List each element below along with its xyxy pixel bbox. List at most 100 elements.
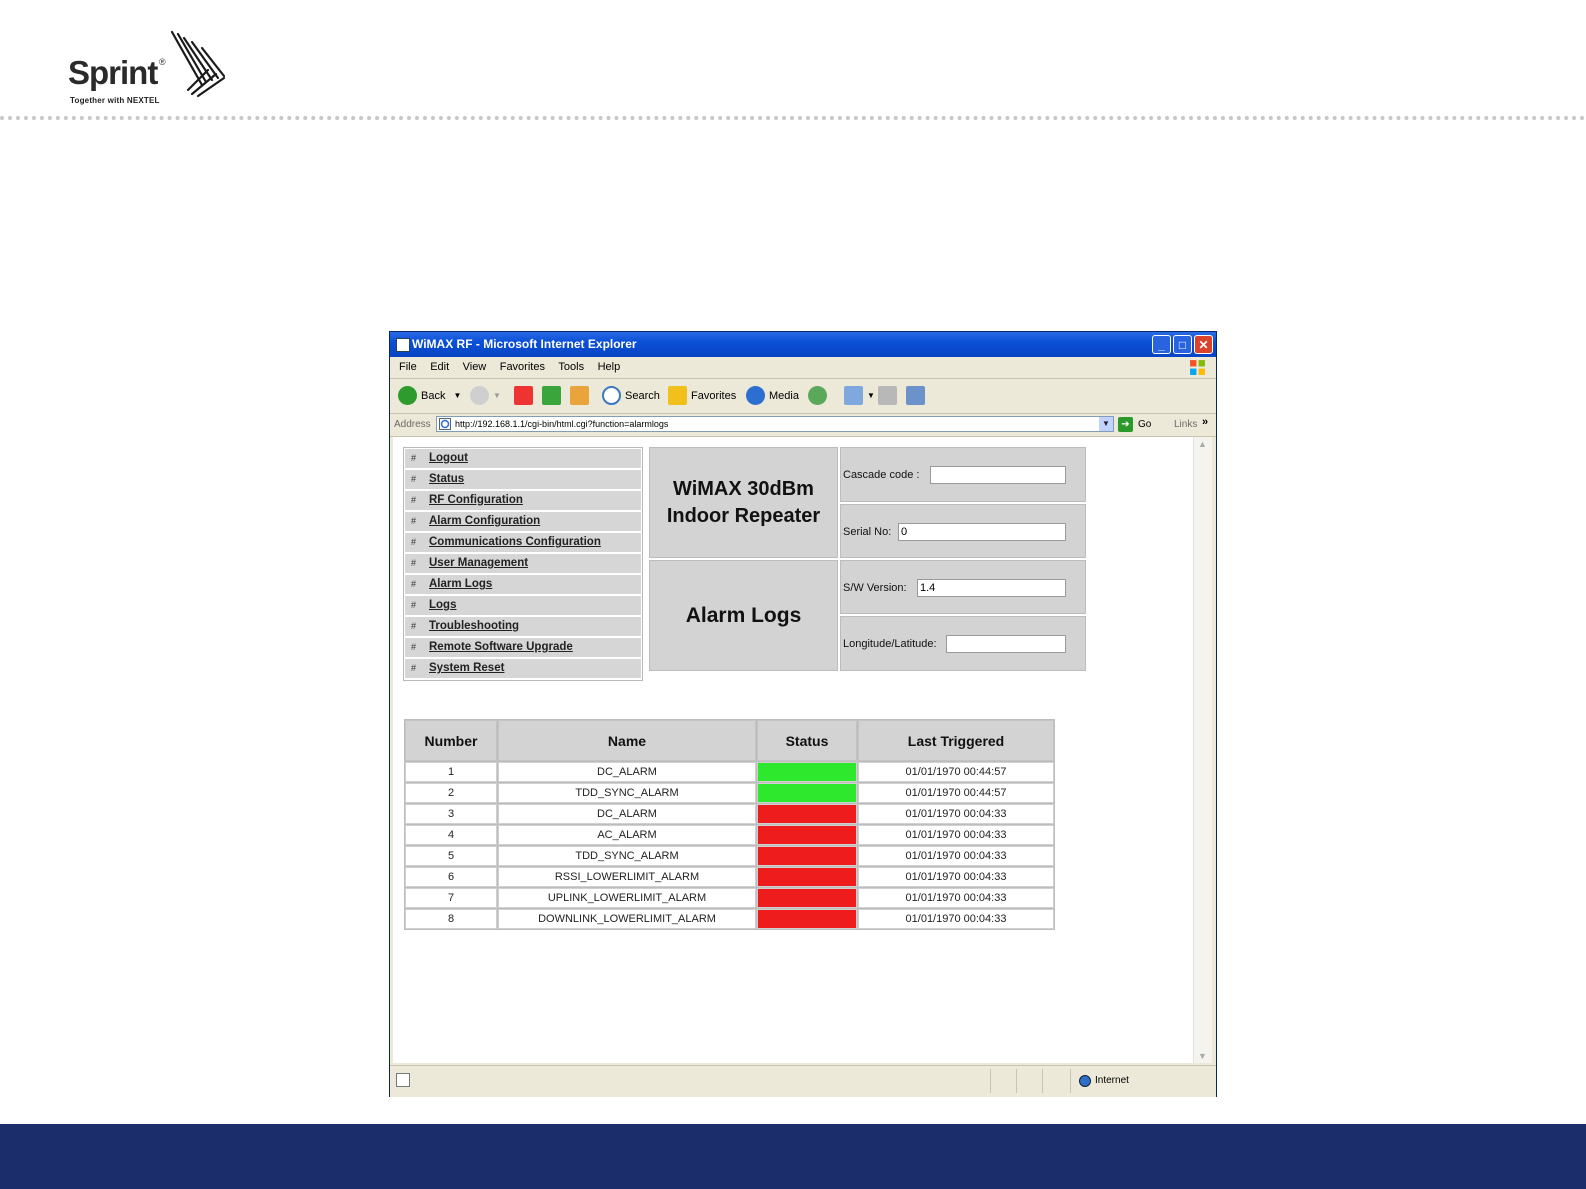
nav-link-communications-configuration[interactable]: Communications Configuration — [429, 536, 601, 548]
table-row: 1 DC_ALARM 01/01/1970 00:44:57 — [405, 762, 1054, 782]
search-label: Search — [625, 389, 660, 402]
alarm-number: 3 — [405, 804, 497, 824]
sprint-wing-icon — [170, 30, 226, 98]
menu-tools[interactable]: Tools — [558, 361, 584, 373]
nav-link-alarm-configuration[interactable]: Alarm Configuration — [429, 515, 540, 527]
alarm-status-indicator — [757, 888, 857, 908]
search-button[interactable]: Search — [602, 386, 660, 405]
alarm-last-triggered: 01/01/1970 00:04:33 — [858, 909, 1054, 929]
header-divider — [0, 116, 1586, 120]
scroll-up-icon[interactable]: ▲ — [1198, 439, 1207, 449]
links-toolbar[interactable]: Links — [1174, 419, 1197, 430]
nav-item-logs[interactable]: # Logs — [405, 596, 641, 616]
table-row: 7 UPLINK_LOWERLIMIT_ALARM 01/01/1970 00:… — [405, 888, 1054, 908]
status-bar: Internet — [390, 1065, 1216, 1097]
alarm-status-indicator — [757, 867, 857, 887]
sprint-logo: Sprint ® Together with NEXTEL — [66, 30, 236, 110]
favorites-label: Favorites — [691, 389, 737, 402]
vertical-scrollbar[interactable]: ▲ ▼ — [1193, 437, 1212, 1063]
nav-item-system-reset[interactable]: # System Reset — [405, 659, 641, 679]
nav-link-logs[interactable]: Logs — [429, 599, 456, 611]
nav-bullet: # — [411, 537, 417, 547]
nav-item-rf-configuration[interactable]: # RF Configuration — [405, 491, 641, 511]
history-button[interactable] — [808, 386, 831, 405]
nav-item-remote-software-upgrade[interactable]: # Remote Software Upgrade — [405, 638, 641, 658]
alarm-last-triggered: 01/01/1970 00:04:33 — [858, 804, 1054, 824]
sw-version-cell: S/W Version: — [840, 560, 1086, 614]
device-title-cell: WiMAX 30dBm Indoor Repeater — [649, 447, 838, 558]
refresh-icon — [542, 386, 561, 405]
sw-version-input[interactable] — [917, 579, 1066, 597]
address-dropdown-icon[interactable]: ▼ — [1099, 417, 1113, 431]
col-header-status: Status — [757, 720, 857, 761]
links-chevron-icon[interactable]: » — [1202, 416, 1208, 428]
address-input[interactable]: http://192.168.1.1/cgi-bin/html.cgi?func… — [436, 416, 1114, 432]
mail-dropdown-icon[interactable]: ▼ — [867, 391, 875, 400]
alarm-number: 7 — [405, 888, 497, 908]
device-title-line2: Indoor Repeater — [666, 504, 821, 527]
menu-view[interactable]: View — [463, 361, 487, 373]
nav-link-system-reset[interactable]: System Reset — [429, 662, 504, 674]
alarm-number: 8 — [405, 909, 497, 929]
alarm-last-triggered: 01/01/1970 00:04:33 — [858, 846, 1054, 866]
nav-bullet: # — [411, 621, 417, 631]
menu-favorites[interactable]: Favorites — [500, 361, 545, 373]
table-row: 2 TDD_SYNC_ALARM 01/01/1970 00:44:57 — [405, 783, 1054, 803]
maximize-button[interactable]: □ — [1173, 335, 1192, 354]
nav-link-status[interactable]: Status — [429, 473, 464, 485]
mail-button[interactable]: ▼ — [844, 386, 875, 405]
stop-icon — [514, 386, 533, 405]
back-button[interactable]: Back ▼ — [398, 386, 461, 405]
alarm-status-indicator — [757, 825, 857, 845]
media-button[interactable]: Media — [746, 386, 799, 405]
nav-bullet: # — [411, 474, 417, 484]
nav-link-user-management[interactable]: User Management — [429, 557, 528, 569]
minimize-button[interactable]: _ — [1152, 335, 1171, 354]
nav-link-rf-configuration[interactable]: RF Configuration — [429, 494, 523, 506]
nav-item-alarm-configuration[interactable]: # Alarm Configuration — [405, 512, 641, 532]
serial-no-input[interactable] — [898, 523, 1066, 541]
nav-item-user-management[interactable]: # User Management — [405, 554, 641, 574]
nav-link-alarm-logs[interactable]: Alarm Logs — [429, 578, 492, 590]
nav-item-alarm-logs[interactable]: # Alarm Logs — [405, 575, 641, 595]
window-title: WiMAX RF - Microsoft Internet Explorer — [412, 337, 637, 351]
nav-item-status[interactable]: # Status — [405, 470, 641, 490]
serial-no-cell: Serial No: — [840, 504, 1086, 558]
nav-bullet: # — [411, 453, 417, 463]
cascade-code-input[interactable] — [930, 466, 1066, 484]
table-row: 4 AC_ALARM 01/01/1970 00:04:33 — [405, 825, 1054, 845]
edit-button[interactable] — [906, 386, 929, 405]
print-button[interactable] — [878, 386, 901, 405]
nav-bullet: # — [411, 495, 417, 505]
nav-link-logout[interactable]: Logout — [429, 452, 468, 464]
nav-bullet: # — [411, 558, 417, 568]
alarm-status-indicator — [757, 909, 857, 929]
mail-icon — [844, 386, 863, 405]
forward-dropdown-icon[interactable]: ▼ — [493, 391, 501, 400]
close-button[interactable]: ✕ — [1194, 335, 1213, 354]
scroll-down-icon[interactable]: ▼ — [1198, 1051, 1207, 1061]
nav-item-troubleshooting[interactable]: # Troubleshooting — [405, 617, 641, 637]
menu-help[interactable]: Help — [598, 361, 621, 373]
back-dropdown-icon[interactable]: ▼ — [453, 391, 461, 400]
longitude-latitude-input[interactable] — [946, 635, 1066, 653]
home-button[interactable] — [570, 386, 593, 405]
stop-button[interactable] — [514, 386, 537, 405]
go-arrow-icon[interactable]: ➔ — [1118, 417, 1133, 432]
nav-item-communications-configuration[interactable]: # Communications Configuration — [405, 533, 641, 553]
go-button[interactable]: Go — [1138, 419, 1151, 430]
nav-item-logout[interactable]: # Logout — [405, 449, 641, 469]
alarm-status-indicator — [757, 804, 857, 824]
refresh-button[interactable] — [542, 386, 565, 405]
alarm-name: DC_ALARM — [498, 804, 756, 824]
alarm-last-triggered: 01/01/1970 00:04:33 — [858, 888, 1054, 908]
menu-file[interactable]: File — [399, 361, 417, 373]
window-titlebar[interactable]: WiMAX RF - Microsoft Internet Explorer _… — [390, 332, 1216, 357]
nav-link-remote-software-upgrade[interactable]: Remote Software Upgrade — [429, 641, 573, 653]
forward-button[interactable]: ▼ — [470, 386, 501, 405]
favorites-button[interactable]: Favorites — [668, 386, 736, 405]
menu-edit[interactable]: Edit — [430, 361, 449, 373]
nav-bullet: # — [411, 642, 417, 652]
status-divider — [1070, 1069, 1071, 1093]
nav-link-troubleshooting[interactable]: Troubleshooting — [429, 620, 519, 632]
